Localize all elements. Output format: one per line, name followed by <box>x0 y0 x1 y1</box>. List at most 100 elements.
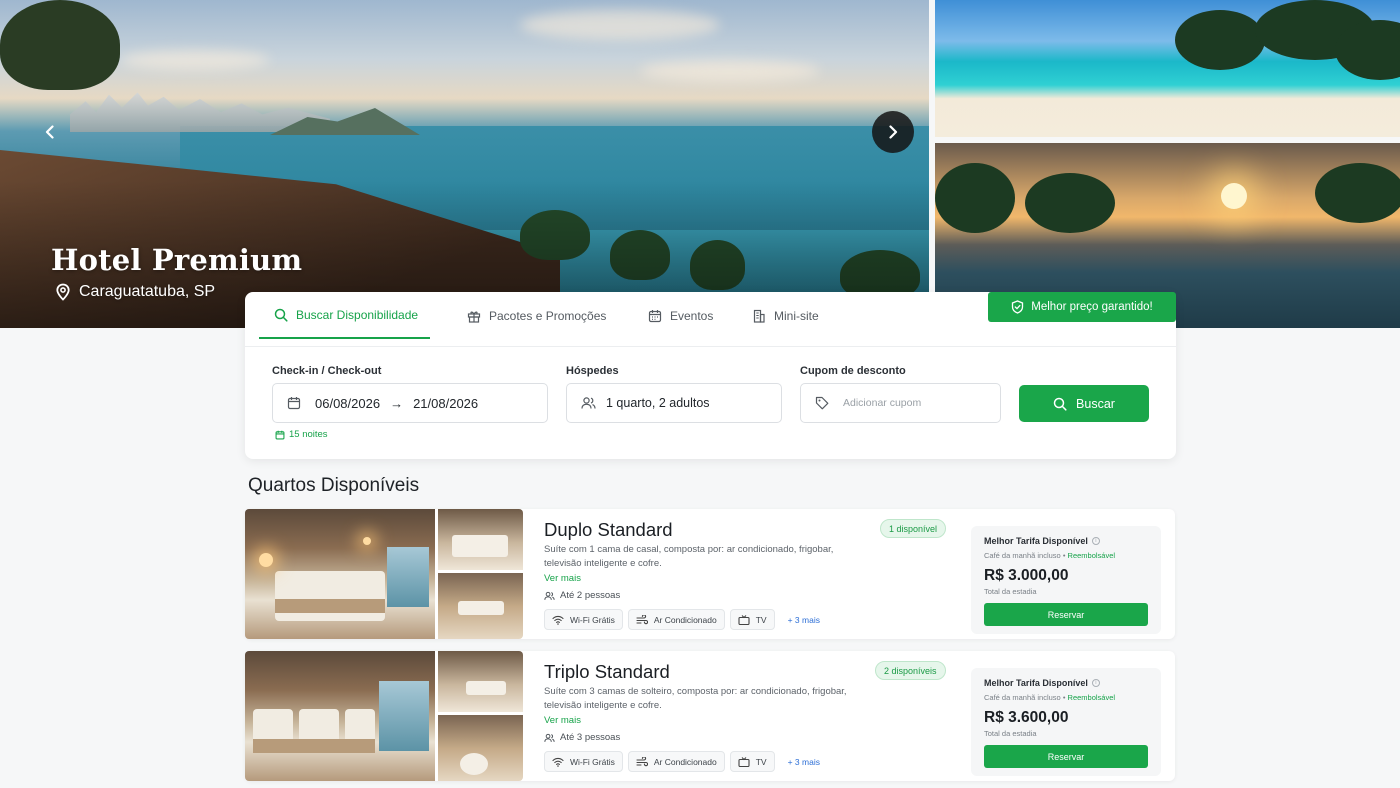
refundable-text: Reembolsável <box>1067 551 1116 560</box>
breakfast-text: Café da manhã incluso <box>984 693 1061 702</box>
coupon-input[interactable] <box>843 397 973 409</box>
tab-label: Buscar Disponibilidade <box>296 307 419 322</box>
room-name: Duplo Standard <box>544 519 673 540</box>
amenity-label: TV <box>755 614 767 625</box>
amenity-list: Wi-Fi Grátis Ar Condicionado TV + 3 mais <box>544 609 820 630</box>
room-price: R$ 3.000,00 <box>984 567 1069 584</box>
room-photo-thumb[interactable] <box>438 715 523 781</box>
amenity-label: TV <box>755 756 767 767</box>
gift-icon <box>467 311 481 323</box>
best-price-badge: Melhor preço garantido! <box>988 292 1176 322</box>
rate-conditions: Café da manhã incluso • Reembolsável <box>984 693 1115 702</box>
capacity-text: Até 3 pessoas <box>560 732 621 743</box>
room-photo-thumb[interactable] <box>438 509 523 570</box>
search-button[interactable]: Buscar <box>1019 385 1149 422</box>
guests-value: 1 quarto, 2 adultos <box>606 396 710 410</box>
calendar-icon <box>287 397 301 410</box>
calendar-icon <box>275 430 285 439</box>
tv-icon <box>738 756 750 767</box>
building-icon <box>753 309 765 323</box>
room-photo-thumb[interactable] <box>438 651 523 712</box>
room-capacity: Até 2 pessoas <box>544 590 620 601</box>
room-capacity: Até 3 pessoas <box>544 732 620 743</box>
amenity-chip: Ar Condicionado <box>627 751 725 772</box>
room-price: R$ 3.600,00 <box>984 709 1069 726</box>
users-icon <box>544 591 555 600</box>
amenity-list: Wi-Fi Grátis Ar Condicionado TV + 3 mais <box>544 751 820 772</box>
reserve-button[interactable]: Reservar <box>984 603 1148 626</box>
room-card: Triplo Standard 2 disponíveis Suíte com … <box>245 651 1175 781</box>
tab-search-availability[interactable]: Buscar Disponibilidade <box>259 292 430 339</box>
room-photo-main[interactable] <box>245 651 435 781</box>
hero-gallery: Hotel Premium Caraguatatuba, SP <box>0 0 1400 328</box>
checkin-value: 06/08/2026 <box>315 395 381 411</box>
section-title-rooms: Quartos Disponíveis <box>248 475 420 496</box>
refundable-text: Reembolsável <box>1067 693 1116 702</box>
coupon-field[interactable] <box>800 383 1001 423</box>
carousel-prev-button[interactable] <box>30 112 70 152</box>
availability-badge: 2 disponíveis <box>875 661 946 680</box>
amenity-label: Ar Condicionado <box>653 756 717 767</box>
search-button-label: Buscar <box>1076 396 1115 411</box>
amenity-chip: Ar Condicionado <box>627 609 725 630</box>
more-amenities-link[interactable]: + 3 mais <box>788 757 820 767</box>
info-icon[interactable]: i <box>1091 679 1100 687</box>
room-photo-main[interactable] <box>245 509 435 639</box>
users-icon <box>544 733 555 742</box>
info-icon[interactable]: i <box>1091 537 1100 545</box>
room-name: Triplo Standard <box>544 661 670 682</box>
tab-mini-site[interactable]: Mini-site <box>752 292 819 339</box>
checkout-value: 21/08/2026 <box>413 395 479 411</box>
price-note: Total da estadia <box>984 587 1037 596</box>
hero-main-photo[interactable] <box>0 0 929 328</box>
chevron-right-icon <box>889 125 898 139</box>
nights-text: 15 noites <box>289 429 328 440</box>
more-amenities-link[interactable]: + 3 mais <box>788 615 820 625</box>
rate-box: Melhor Tarifa Disponível i Café da manhã… <box>971 668 1161 776</box>
room-card: Duplo Standard 1 disponível Suíte com 1 … <box>245 509 1175 639</box>
wifi-icon <box>552 757 564 767</box>
search-card: Buscar Disponibilidade Pacotes e Promoçõ… <box>245 292 1176 459</box>
chevron-left-icon <box>45 125 54 139</box>
hotel-name: Hotel Premium <box>51 243 303 277</box>
rate-box: Melhor Tarifa Disponível i Café da manhã… <box>971 526 1161 634</box>
arrow-right-icon: → <box>390 395 404 411</box>
map-pin-icon <box>56 283 70 301</box>
wind-icon <box>636 614 648 624</box>
tab-label: Eventos <box>670 308 714 323</box>
calendar-icon <box>648 309 662 322</box>
rate-title-text: Melhor Tarifa Disponível <box>984 536 1088 546</box>
capacity-text: Até 2 pessoas <box>560 590 621 601</box>
hotel-location-text: Caraguatatuba, SP <box>79 283 216 300</box>
tab-bar: Buscar Disponibilidade Pacotes e Promoçõ… <box>245 292 1176 347</box>
tv-icon <box>738 614 750 625</box>
tab-packages[interactable]: Pacotes e Promoções <box>467 292 606 339</box>
rate-conditions: Café da manhã incluso • Reembolsável <box>984 551 1115 560</box>
hotel-location: Caraguatatuba, SP <box>55 283 215 301</box>
amenity-chip: Wi-Fi Grátis <box>544 751 623 772</box>
availability-badge: 1 disponível <box>880 519 947 538</box>
rate-title: Melhor Tarifa Disponível i <box>984 536 1100 546</box>
guests-label: Hóspedes <box>566 365 619 377</box>
room-description: Suíte com 3 camas de solteiro, composta … <box>544 686 847 711</box>
tab-events[interactable]: Eventos <box>648 292 713 339</box>
carousel-next-button[interactable] <box>872 111 914 153</box>
see-more-link[interactable]: Ver mais <box>544 715 581 726</box>
guests-field[interactable]: 1 quarto, 2 adultos <box>566 383 782 423</box>
room-photo-thumb[interactable] <box>438 573 523 639</box>
price-note: Total da estadia <box>984 729 1037 738</box>
search-icon <box>274 308 288 322</box>
nights-count: 15 noites <box>275 429 328 440</box>
hero-beach-photo[interactable] <box>935 0 1400 137</box>
tab-label: Mini-site <box>774 308 819 323</box>
rate-title-text: Melhor Tarifa Disponível <box>984 678 1088 688</box>
room-description: Suíte com 1 cama de casal, composta por:… <box>544 544 834 569</box>
amenity-label: Wi-Fi Grátis <box>570 756 615 767</box>
date-range-field[interactable]: 06/08/2026 → 21/08/2026 <box>272 383 548 423</box>
reserve-button[interactable]: Reservar <box>984 745 1148 768</box>
wind-icon <box>636 756 648 766</box>
see-more-link[interactable]: Ver mais <box>544 573 581 584</box>
tag-icon <box>815 396 829 410</box>
dates-label: Check-in / Check-out <box>272 365 382 377</box>
amenity-label: Ar Condicionado <box>653 614 717 625</box>
